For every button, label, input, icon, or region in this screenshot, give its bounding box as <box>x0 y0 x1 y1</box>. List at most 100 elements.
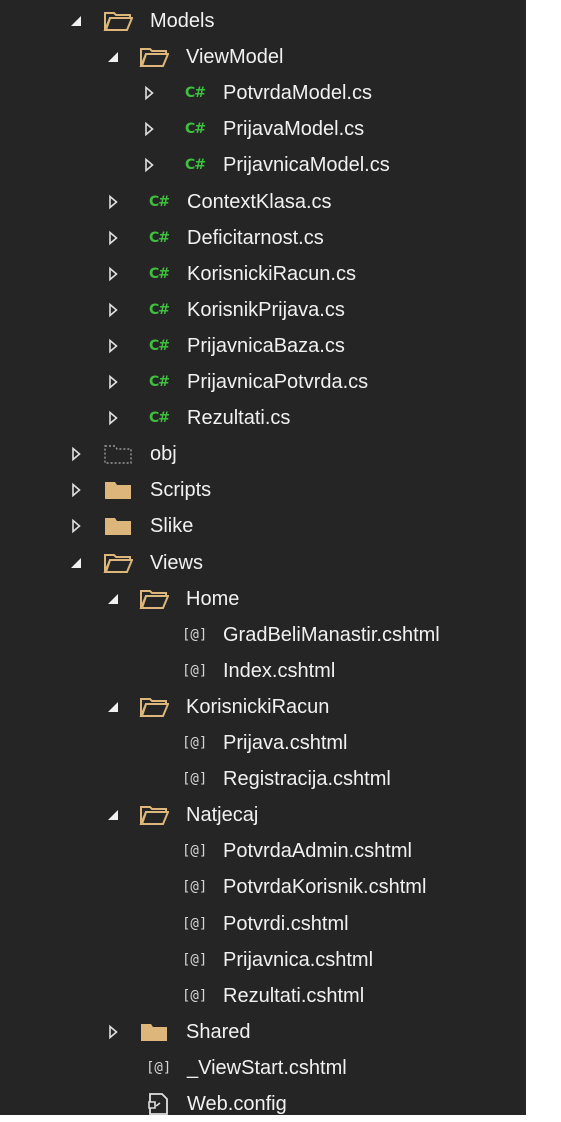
csharp-file-icon: C# <box>149 374 170 390</box>
razor-file-icon: [@] <box>182 663 208 679</box>
razor-file-icon: [@] <box>182 735 208 751</box>
tree-item-prijavnica-cshtml[interactable]: [@] Prijavnica.cshtml <box>0 942 526 978</box>
tree-item-label: Potvrdi.cshtml <box>223 913 349 935</box>
collapsed-arrow-icon[interactable] <box>105 230 121 246</box>
tree-item-potvrdaadmin-cshtml[interactable]: [@] PotvrdaAdmin.cshtml <box>0 833 526 869</box>
tree-item-rezultati-cs[interactable]: C# Rezultati.cs <box>0 400 526 436</box>
expanded-arrow-icon[interactable] <box>105 807 121 823</box>
csharp-file-icon: C# <box>185 121 206 137</box>
folder-icon <box>139 1020 169 1044</box>
tree-item-label: Home <box>186 588 240 610</box>
collapsed-arrow-icon[interactable] <box>141 85 157 101</box>
collapsed-arrow-icon[interactable] <box>105 302 121 318</box>
tree-item-viewstart-cshtml[interactable]: [@] _ViewStart.cshtml <box>0 1050 526 1086</box>
tree-item-models[interactable]: Models <box>0 3 526 39</box>
tree-item-label: Rezultati.cshtml <box>223 985 365 1007</box>
folder-icon <box>103 478 133 502</box>
collapsed-arrow-icon[interactable] <box>141 157 157 173</box>
tree-item-natjecaj[interactable]: Natjecaj <box>0 797 526 833</box>
collapsed-arrow-icon[interactable] <box>68 518 84 534</box>
tree-item-label: Scripts <box>150 479 212 501</box>
tree-item-label: PrijavnicaPotvrda.cs <box>187 371 369 393</box>
tree-item-label: Rezultati.cs <box>187 407 291 429</box>
folder-open-icon <box>139 45 169 69</box>
tree-item-potvrdamodel-cs[interactable]: C# PotvrdaModel.cs <box>0 75 526 111</box>
tree-item-index-cshtml[interactable]: [@] Index.cshtml <box>0 653 526 689</box>
tree-item-label: obj <box>150 443 177 465</box>
folder-open-icon <box>139 587 169 611</box>
collapsed-arrow-icon[interactable] <box>141 121 157 137</box>
tree-item-deficitarnost-cs[interactable]: C# Deficitarnost.cs <box>0 220 526 256</box>
tree-item-contextklasa-cs[interactable]: C# ContextKlasa.cs <box>0 184 526 220</box>
tree-item-registracija-cshtml[interactable]: [@] Registracija.cshtml <box>0 761 526 797</box>
tree-item-korisnikprijava-cs[interactable]: C# KorisnikPrijava.cs <box>0 292 526 328</box>
tree-item-label: Registracija.cshtml <box>223 768 391 790</box>
tree-item-label: ContextKlasa.cs <box>187 191 332 213</box>
tree-item-label: ViewModel <box>186 46 284 68</box>
tree-item-potvrdakorisnik-cshtml[interactable]: [@] PotvrdaKorisnik.cshtml <box>0 869 526 905</box>
tree-item-shared[interactable]: Shared <box>0 1014 526 1050</box>
tree-item-label: _ViewStart.cshtml <box>187 1057 347 1079</box>
tree-item-prijavnicamodel-cs[interactable]: C# PrijavnicaModel.cs <box>0 147 526 183</box>
razor-file-icon: [@] <box>182 843 208 859</box>
csharp-file-icon: C# <box>185 157 206 173</box>
tree-item-korisnickiracun[interactable]: KorisnickiRacun <box>0 689 526 725</box>
csharp-file-icon: C# <box>149 338 170 354</box>
collapsed-arrow-icon[interactable] <box>68 446 84 462</box>
tree-item-prijavnicapotvrda-cs[interactable]: C# PrijavnicaPotvrda.cs <box>0 364 526 400</box>
razor-file-icon: [@] <box>182 988 208 1004</box>
tree-item-web-config[interactable]: Web.config <box>0 1086 526 1122</box>
csharp-file-icon: C# <box>149 410 170 426</box>
csharp-file-icon: C# <box>185 85 206 101</box>
expanded-arrow-icon[interactable] <box>68 13 84 29</box>
collapsed-arrow-icon[interactable] <box>105 1024 121 1040</box>
tree-item-slike[interactable]: Slike <box>0 508 526 544</box>
tree-item-label: KorisnickiRacun <box>186 696 330 718</box>
collapsed-arrow-icon[interactable] <box>105 194 121 210</box>
expanded-arrow-icon[interactable] <box>105 49 121 65</box>
collapsed-arrow-icon[interactable] <box>105 266 121 282</box>
tree-item-label: PrijavnicaBaza.cs <box>187 335 345 357</box>
tree-item-label: Natjecaj <box>186 804 259 826</box>
tree-item-label: PotvrdaAdmin.cshtml <box>223 840 412 862</box>
collapsed-arrow-icon[interactable] <box>68 482 84 498</box>
config-file-icon <box>146 1092 172 1116</box>
folder-open-icon <box>139 695 169 719</box>
csharp-file-icon: C# <box>149 194 170 210</box>
expanded-arrow-icon[interactable] <box>68 555 84 571</box>
tree-item-prijava-cshtml[interactable]: [@] Prijava.cshtml <box>0 725 526 761</box>
razor-file-icon: [@] <box>182 952 208 968</box>
csharp-file-icon: C# <box>149 302 170 318</box>
collapsed-arrow-icon[interactable] <box>105 374 121 390</box>
tree-item-label: Views <box>150 552 203 574</box>
tree-item-rezultati-cshtml[interactable]: [@] Rezultati.cshtml <box>0 978 526 1014</box>
tree-item-potvrdi-cshtml[interactable]: [@] Potvrdi.cshtml <box>0 906 526 942</box>
tree-item-label: Deficitarnost.cs <box>187 227 324 249</box>
razor-file-icon: [@] <box>182 879 208 895</box>
tree-item-label: PotvrdaModel.cs <box>223 82 372 104</box>
expanded-arrow-icon[interactable] <box>105 699 121 715</box>
tree-item-label: PrijavnicaModel.cs <box>223 154 390 176</box>
collapsed-arrow-icon[interactable] <box>105 338 121 354</box>
csharp-file-icon: C# <box>149 266 170 282</box>
tree-item-viewmodel[interactable]: ViewModel <box>0 39 526 75</box>
tree-item-views[interactable]: Views <box>0 545 526 581</box>
tree-item-label: GradBeliManastir.cshtml <box>223 624 440 646</box>
tree-item-home[interactable]: Home <box>0 581 526 617</box>
hidden-folder-icon <box>103 442 133 466</box>
tree-item-scripts[interactable]: Scripts <box>0 472 526 508</box>
razor-file-icon: [@] <box>182 916 208 932</box>
expanded-arrow-icon[interactable] <box>105 591 121 607</box>
tree-item-label: Index.cshtml <box>223 660 336 682</box>
tree-item-korisnickiracun-cs[interactable]: C# KorisnickiRacun.cs <box>0 256 526 292</box>
tree-item-prijavnicabaza-cs[interactable]: C# PrijavnicaBaza.cs <box>0 328 526 364</box>
tree-item-label: Web.config <box>187 1093 287 1115</box>
tree-item-gradbelimanastir-cshtml[interactable]: [@] GradBeliManastir.cshtml <box>0 617 526 653</box>
collapsed-arrow-icon[interactable] <box>105 410 121 426</box>
tree-item-label: KorisnikPrijava.cs <box>187 299 345 321</box>
razor-file-icon: [@] <box>182 771 208 787</box>
tree-item-label: PotvrdaKorisnik.cshtml <box>223 876 427 898</box>
tree-item-obj[interactable]: obj <box>0 436 526 472</box>
tree-item-prijavamodel-cs[interactable]: C# PrijavaModel.cs <box>0 111 526 147</box>
tree-item-label: Shared <box>186 1021 251 1043</box>
